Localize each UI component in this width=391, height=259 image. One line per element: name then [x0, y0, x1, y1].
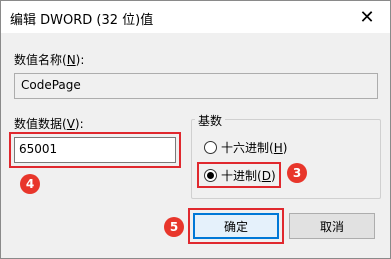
radio-hex-label: 十六进制(H) [221, 141, 288, 155]
value-data-input[interactable]: 65001 [14, 137, 176, 163]
title-bar: 编辑 DWORD (32 位)值 ✕ [1, 1, 390, 33]
base-groupbox [191, 119, 381, 199]
close-button[interactable]: ✕ [344, 1, 390, 33]
step-badge-5: 5 [164, 217, 184, 237]
value-data-label: 数值数据(V): [14, 117, 84, 131]
edit-dword-dialog: 编辑 DWORD (32 位)值 ✕ 数值名称(N): CodePage 数值数… [0, 0, 391, 259]
radio-decimal[interactable]: 十进制(D) [204, 167, 276, 184]
dialog-title: 编辑 DWORD (32 位)值 [10, 13, 154, 28]
step-badge-3: 3 [287, 163, 307, 183]
value-data-text: 65001 [19, 142, 58, 156]
value-name-field[interactable]: CodePage [14, 73, 378, 99]
radio-circle-hex[interactable] [204, 141, 217, 154]
base-group-title: 基数 [195, 112, 226, 129]
value-name-label: 数值名称(N): [14, 53, 85, 67]
value-name-text: CodePage [21, 78, 81, 92]
ok-button[interactable]: 确定 [193, 213, 279, 239]
step-badge-4: 4 [20, 174, 40, 194]
close-icon: ✕ [359, 6, 375, 28]
radio-circle-decimal[interactable] [204, 169, 217, 182]
radio-hexadecimal[interactable]: 十六进制(H) [204, 139, 287, 156]
cancel-button[interactable]: 取消 [289, 213, 375, 239]
radio-decimal-label: 十进制(D) [221, 169, 276, 183]
